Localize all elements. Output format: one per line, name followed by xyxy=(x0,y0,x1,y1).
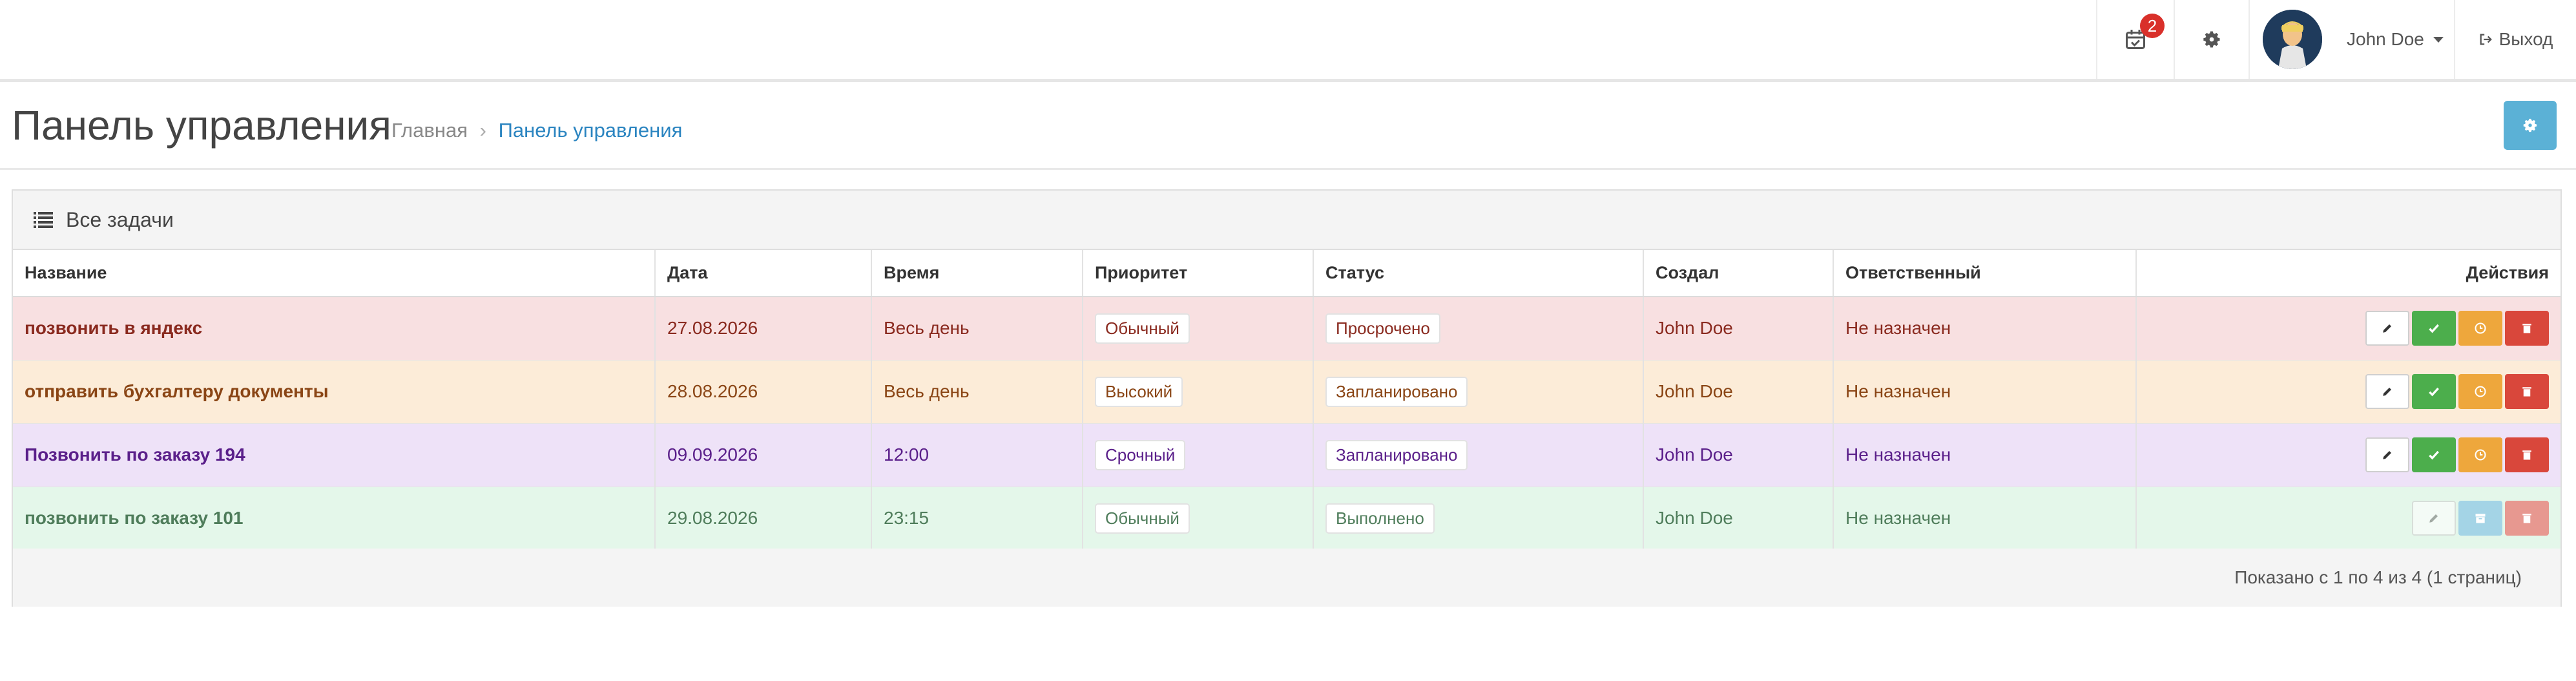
logout-label: Выход xyxy=(2498,29,2553,49)
archive-button[interactable] xyxy=(2458,501,2502,536)
priority-badge: Высокий xyxy=(1095,376,1183,407)
avatar xyxy=(2263,10,2322,69)
status-badge: Запланировано xyxy=(1325,439,1468,470)
table-row: Позвонить по заказу 194 09.09.2026 12:00… xyxy=(13,423,2560,487)
top-navbar: 2 John Doe Выход xyxy=(0,0,2576,82)
logout-button[interactable]: Выход xyxy=(2454,0,2576,79)
check-icon xyxy=(2429,450,2439,460)
task-name[interactable]: позвонить в яндекс xyxy=(13,297,655,361)
task-assignee: Не назначен xyxy=(1833,297,2136,361)
task-date: 27.08.2026 xyxy=(654,297,871,361)
pagination-text: Показано с 1 по 4 из 4 (1 страниц) xyxy=(2234,567,2522,587)
task-assignee: Не назначен xyxy=(1833,360,2136,424)
status-badge: Просрочено xyxy=(1325,313,1440,344)
breadcrumb-current[interactable]: Панель управления xyxy=(499,119,683,141)
task-assignee: Не назначен xyxy=(1833,487,2136,550)
trash-icon xyxy=(2522,324,2531,333)
gear-icon xyxy=(2203,31,2220,48)
header-divider xyxy=(0,168,2576,170)
pencil-icon xyxy=(2429,514,2438,523)
trash-icon xyxy=(2522,450,2531,460)
table-row: позвонить по заказу 101 29.08.2026 23:15… xyxy=(13,487,2560,550)
sign-out-icon xyxy=(2480,34,2492,45)
delete-button[interactable] xyxy=(2505,311,2549,346)
delete-button[interactable] xyxy=(2505,501,2549,536)
tasks-calendar-button[interactable]: 2 xyxy=(2096,0,2174,79)
trash-icon xyxy=(2522,387,2531,397)
clock-icon xyxy=(2475,386,2486,397)
task-date: 28.08.2026 xyxy=(654,360,871,424)
tasks-table: Название Дата Время Приоритет Статус Соз… xyxy=(13,250,2560,550)
column-header-name[interactable]: Название xyxy=(13,250,655,297)
gear-icon xyxy=(2523,118,2537,132)
task-date: 09.09.2026 xyxy=(654,423,871,487)
edit-button[interactable] xyxy=(2412,501,2456,536)
postpone-button[interactable] xyxy=(2458,311,2502,346)
complete-button[interactable] xyxy=(2412,311,2456,346)
column-header-creator[interactable]: Создал xyxy=(1643,250,1833,297)
task-time: 23:15 xyxy=(871,487,1083,550)
breadcrumb: Главная › Панель управления xyxy=(391,119,682,142)
user-name: John Doe xyxy=(2347,29,2424,49)
status-badge: Запланировано xyxy=(1325,376,1468,407)
task-time: Весь день xyxy=(871,297,1083,361)
priority-badge: Обычный xyxy=(1095,313,1190,344)
column-header-date[interactable]: Дата xyxy=(654,250,871,297)
table-header-row: Название Дата Время Приоритет Статус Соз… xyxy=(13,250,2560,297)
task-creator: John Doe xyxy=(1643,487,1833,550)
column-header-actions: Действия xyxy=(2135,250,2560,297)
breadcrumb-home[interactable]: Главная xyxy=(391,119,468,141)
task-name[interactable]: Позвонить по заказу 194 xyxy=(13,423,655,487)
task-time: 12:00 xyxy=(871,423,1083,487)
trash-icon xyxy=(2522,514,2531,523)
clock-icon xyxy=(2475,449,2486,461)
complete-button[interactable] xyxy=(2412,437,2456,472)
edit-button[interactable] xyxy=(2365,437,2409,472)
page-settings-button[interactable] xyxy=(2504,101,2557,150)
status-badge: Выполнено xyxy=(1325,503,1435,534)
panel-title: Все задачи xyxy=(66,207,174,231)
pagination-summary: Показано с 1 по 4 из 4 (1 страниц) xyxy=(13,549,2560,607)
task-name[interactable]: отправить бухгалтеру документы xyxy=(13,360,655,424)
postpone-button[interactable] xyxy=(2458,437,2502,472)
clock-icon xyxy=(2475,322,2486,334)
column-header-assignee[interactable]: Ответственный xyxy=(1833,250,2136,297)
column-header-status[interactable]: Статус xyxy=(1313,250,1643,297)
complete-button[interactable] xyxy=(2412,374,2456,409)
panel-header: Все задачи xyxy=(13,191,2560,250)
postpone-button[interactable] xyxy=(2458,374,2502,409)
page-title: Панель управления xyxy=(12,102,391,149)
table-row: позвонить в яндекс 27.08.2026 Весь день … xyxy=(13,297,2560,361)
task-creator: John Doe xyxy=(1643,297,1833,361)
edit-button[interactable] xyxy=(2365,374,2409,409)
breadcrumb-separator: › xyxy=(479,119,486,141)
pencil-icon xyxy=(2383,451,2391,459)
chevron-down-icon xyxy=(2433,36,2444,43)
task-name[interactable]: позвонить по заказу 101 xyxy=(13,487,655,550)
delete-button[interactable] xyxy=(2505,374,2549,409)
notification-badge: 2 xyxy=(2140,14,2165,38)
task-assignee: Не назначен xyxy=(1833,423,2136,487)
task-date: 29.08.2026 xyxy=(654,487,871,550)
task-creator: John Doe xyxy=(1643,360,1833,424)
pencil-icon xyxy=(2383,388,2391,396)
pencil-icon xyxy=(2383,324,2391,333)
tasks-panel: Все задачи Название Дата Время Приоритет… xyxy=(12,189,2562,607)
delete-button[interactable] xyxy=(2505,437,2549,472)
column-header-time[interactable]: Время xyxy=(871,250,1083,297)
archive-icon xyxy=(2475,514,2486,523)
check-icon xyxy=(2429,387,2439,397)
edit-button[interactable] xyxy=(2365,311,2409,346)
priority-badge: Срочный xyxy=(1095,439,1186,470)
table-row: отправить бухгалтеру документы 28.08.202… xyxy=(13,360,2560,424)
column-header-priority[interactable]: Приоритет xyxy=(1082,250,1313,297)
task-time: Весь день xyxy=(871,360,1083,424)
check-icon xyxy=(2429,324,2439,333)
list-icon xyxy=(34,212,53,228)
priority-badge: Обычный xyxy=(1095,503,1190,534)
settings-button[interactable] xyxy=(2174,0,2249,79)
task-creator: John Doe xyxy=(1643,423,1833,487)
user-menu[interactable]: John Doe xyxy=(2249,0,2454,79)
